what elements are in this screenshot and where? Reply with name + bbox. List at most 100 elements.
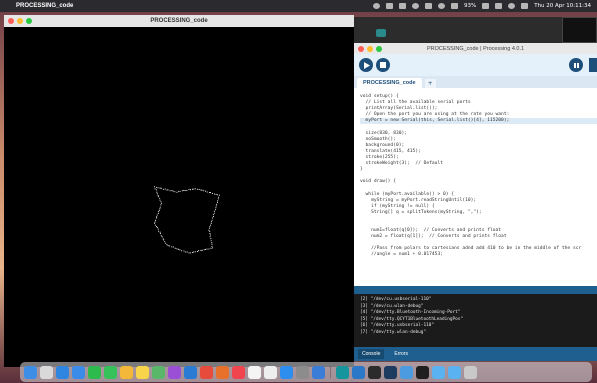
- plot-point: [163, 239, 164, 240]
- plot-point: [210, 248, 211, 249]
- processing-icon[interactable]: [384, 366, 397, 379]
- plot-point: [181, 250, 182, 251]
- plot-point: [188, 252, 189, 253]
- calendar-icon[interactable]: [248, 366, 261, 379]
- clock-icon[interactable]: [412, 3, 419, 9]
- plot-point: [165, 189, 166, 190]
- tab-console[interactable]: Console: [358, 349, 384, 359]
- menu-app-name[interactable]: PROCESSING_code: [16, 3, 73, 9]
- run-button[interactable]: [359, 58, 373, 72]
- stop-button[interactable]: [376, 58, 390, 72]
- plot-point: [211, 246, 212, 247]
- plot-point: [165, 243, 166, 244]
- dock-separator: [330, 366, 331, 378]
- notes-icon[interactable]: [136, 366, 149, 379]
- safari-icon[interactable]: [56, 366, 69, 379]
- plot-point: [190, 252, 191, 253]
- add-tab-button[interactable]: +: [425, 79, 436, 88]
- plot-point: [199, 189, 200, 190]
- mail-icon[interactable]: [72, 366, 85, 379]
- quicktime-icon[interactable]: [368, 366, 381, 379]
- plot-point: [216, 205, 217, 206]
- headphones-icon[interactable]: [425, 3, 432, 9]
- plot-point: [182, 190, 183, 191]
- plot-point: [159, 210, 160, 211]
- plot-point: [193, 252, 194, 253]
- vscode-icon[interactable]: [352, 366, 365, 379]
- plot-point: [186, 190, 187, 191]
- console-output[interactable]: [2] "/dev/cu.usbserial-110" [3] "/dev/cu.…: [354, 294, 597, 347]
- battery-icon[interactable]: [482, 3, 489, 9]
- arduino-icon[interactable]: [336, 366, 349, 379]
- console-tabs: Console Errors: [354, 347, 597, 361]
- facetime-icon[interactable]: [88, 366, 101, 379]
- wifi-app-icon[interactable]: [184, 366, 197, 379]
- plot-point: [190, 189, 191, 190]
- plot-point: [173, 191, 174, 192]
- search-icon[interactable]: [508, 3, 515, 9]
- reminders-icon[interactable]: [264, 366, 277, 379]
- maps-icon[interactable]: [152, 366, 165, 379]
- firefox-icon[interactable]: [216, 366, 229, 379]
- app-store-icon[interactable]: [280, 366, 293, 379]
- photos-icon[interactable]: [120, 366, 133, 379]
- plot-point: [188, 189, 189, 190]
- plot-point: [160, 233, 161, 234]
- bluetooth-icon[interactable]: [451, 3, 458, 9]
- plot-point: [176, 248, 177, 249]
- files-icon[interactable]: [400, 366, 413, 379]
- plot-point: [208, 230, 209, 231]
- dropbox-icon[interactable]: [386, 3, 393, 9]
- menu-clock[interactable]: Thu 20 Apr 10:11:34: [534, 3, 591, 9]
- mode-selector-button[interactable]: [589, 58, 597, 72]
- messages-icon[interactable]: [104, 366, 117, 379]
- folder-icon[interactable]: [432, 366, 445, 379]
- tab-processing-code[interactable]: PROCESSING_code: [357, 78, 422, 88]
- debug-button[interactable]: [569, 58, 583, 72]
- chrome-icon[interactable]: [200, 366, 213, 379]
- plot-point: [192, 189, 193, 190]
- plot-point: [212, 220, 213, 221]
- plot-point: [156, 189, 157, 190]
- wifi-icon[interactable]: [495, 3, 502, 9]
- battery-percent[interactable]: 93%: [464, 3, 476, 9]
- creative-cloud-icon[interactable]: [373, 3, 380, 9]
- code-editor[interactable]: void setup() { // List all the available…: [354, 88, 597, 286]
- sketch-window[interactable]: PROCESSING_code: [4, 15, 354, 367]
- plot-point: [158, 196, 159, 197]
- plot-point: [193, 189, 194, 190]
- vpn-icon[interactable]: [438, 3, 445, 9]
- screen-mirror-icon[interactable]: [399, 3, 406, 9]
- terminal-icon[interactable]: [416, 366, 429, 379]
- ide-toolbar: [354, 54, 597, 76]
- plot-point: [178, 249, 179, 250]
- plot-point: [157, 193, 158, 194]
- plot-point: [195, 251, 196, 252]
- plot-point: [213, 216, 214, 217]
- plot-point: [207, 191, 208, 192]
- plot-point: [155, 225, 156, 226]
- plot-point: [185, 251, 186, 252]
- launchpad-icon[interactable]: [40, 366, 53, 379]
- control-center-icon[interactable]: [521, 3, 528, 9]
- sketch-titlebar[interactable]: PROCESSING_code: [4, 15, 354, 27]
- plot-point: [179, 249, 180, 250]
- editor-console-divider[interactable]: [354, 286, 597, 294]
- plot-point: [217, 194, 218, 195]
- plot-point: [219, 195, 220, 196]
- plot-point: [163, 189, 164, 190]
- tab-errors[interactable]: Errors: [390, 349, 412, 359]
- podcasts-icon[interactable]: [168, 366, 181, 379]
- settings-icon[interactable]: [296, 366, 309, 379]
- sketch-window-title: PROCESSING_code: [4, 18, 354, 24]
- code-line[interactable]: //angle = num1 + 0.017453;: [360, 252, 597, 258]
- trash-icon[interactable]: [464, 366, 477, 379]
- plot-point: [211, 244, 212, 245]
- preview-icon[interactable]: [312, 366, 325, 379]
- plot-point: [217, 202, 218, 203]
- music-icon[interactable]: [232, 366, 245, 379]
- ide-titlebar[interactable]: PROCESSING_code | Processing 4.0.1: [354, 43, 597, 54]
- processing-ide-window[interactable]: PROCESSING_code | Processing 4.0.1 PROCE…: [354, 43, 597, 361]
- folder-icon-2[interactable]: [448, 366, 461, 379]
- finder-icon[interactable]: [24, 366, 37, 379]
